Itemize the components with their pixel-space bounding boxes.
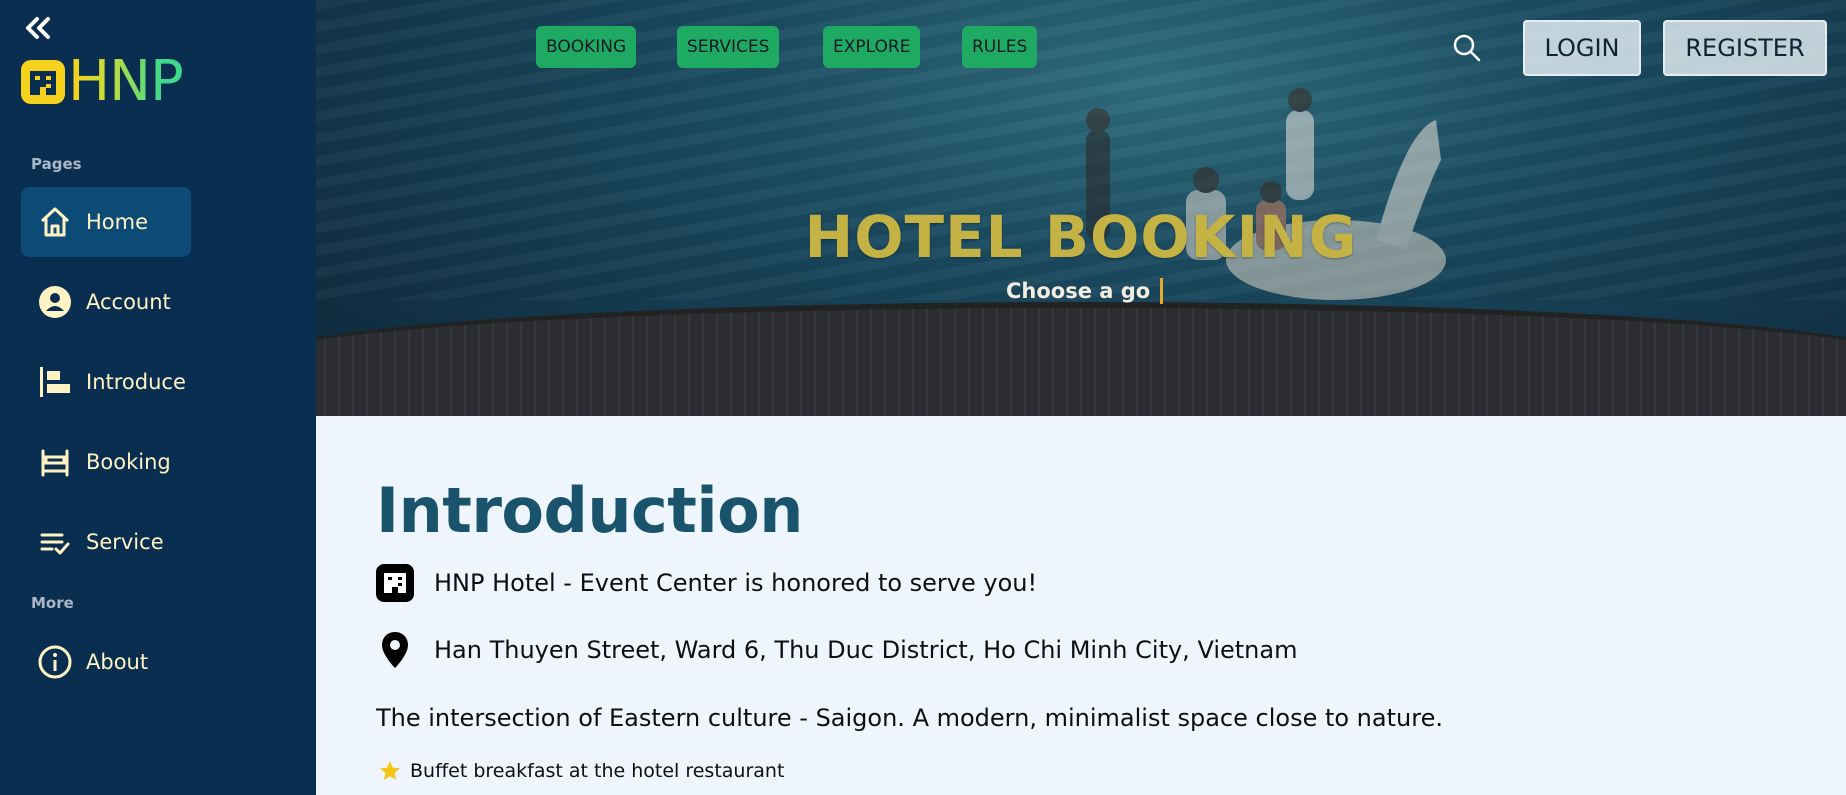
feature-text: Buffet breakfast at the hotel restaurant xyxy=(410,760,785,782)
typing-cursor xyxy=(1160,278,1164,304)
checklist-icon xyxy=(37,524,73,560)
hero-title: HOTEL BOOKING xyxy=(804,203,1358,271)
introduction-section: Introduction HNP Hotel - Event Center is… xyxy=(316,416,1846,795)
sidebar-item-label: About xyxy=(86,650,149,674)
description-text: The intersection of Eastern culture - Sa… xyxy=(376,704,1443,732)
logo-text: HNP xyxy=(68,49,184,114)
hero-subtitle: Choose a go xyxy=(1006,278,1164,304)
sidebar-item-booking[interactable]: Booking xyxy=(21,427,191,497)
tagline-text: HNP Hotel - Event Center is honored to s… xyxy=(434,569,1038,597)
nav-explore[interactable]: EXPLORE xyxy=(823,26,921,68)
sidebar-item-label: Account xyxy=(86,290,171,314)
hotel-logo-icon xyxy=(21,60,65,104)
collapse-sidebar-icon[interactable] xyxy=(22,14,54,42)
register-button[interactable]: REGISTER xyxy=(1663,20,1827,76)
nav-rules[interactable]: RULES xyxy=(962,26,1038,68)
feature-item: Buffet breakfast at the hotel restaurant xyxy=(378,759,784,783)
info-icon xyxy=(37,644,73,680)
location-pin-icon xyxy=(376,631,414,669)
sidebar-item-account[interactable]: Account xyxy=(21,267,191,337)
deck-floor xyxy=(316,302,1846,416)
sidebar: HNP Pages Home Account Introduce Booking… xyxy=(0,0,316,795)
sidebar-item-introduce[interactable]: Introduce xyxy=(21,347,191,417)
sidebar-item-about[interactable]: About xyxy=(21,627,191,697)
section-label-pages: Pages xyxy=(31,155,82,173)
hero-subtitle-text: Choose a go xyxy=(1006,279,1151,303)
nav-services[interactable]: SERVICES xyxy=(677,26,780,68)
address-text: Han Thuyen Street, Ward 6, Thu Duc Distr… xyxy=(434,636,1298,664)
sidebar-item-service[interactable]: Service xyxy=(21,507,191,577)
logo[interactable]: HNP xyxy=(20,49,184,114)
star-icon xyxy=(380,761,400,780)
hotel-icon xyxy=(376,564,414,602)
introduce-icon xyxy=(37,364,73,400)
sidebar-item-home[interactable]: Home xyxy=(21,187,191,257)
section-label-more: More xyxy=(31,594,74,612)
sidebar-item-label: Introduce xyxy=(86,370,186,394)
home-icon xyxy=(37,204,73,240)
tagline-row: HNP Hotel - Event Center is honored to s… xyxy=(376,564,1037,602)
page-title: Introduction xyxy=(376,474,803,547)
hero-banner: BOOKING SERVICES EXPLORE RULES LOGIN REG… xyxy=(316,0,1846,416)
search-icon[interactable] xyxy=(1451,32,1483,64)
sidebar-item-label: Home xyxy=(86,210,149,234)
bed-icon xyxy=(37,444,73,480)
nav-booking[interactable]: BOOKING xyxy=(536,26,637,68)
sidebar-item-label: Booking xyxy=(86,450,171,474)
account-icon xyxy=(37,284,73,320)
sidebar-item-label: Service xyxy=(86,530,164,554)
login-button[interactable]: LOGIN xyxy=(1523,20,1641,76)
address-row: Han Thuyen Street, Ward 6, Thu Duc Distr… xyxy=(376,631,1297,669)
